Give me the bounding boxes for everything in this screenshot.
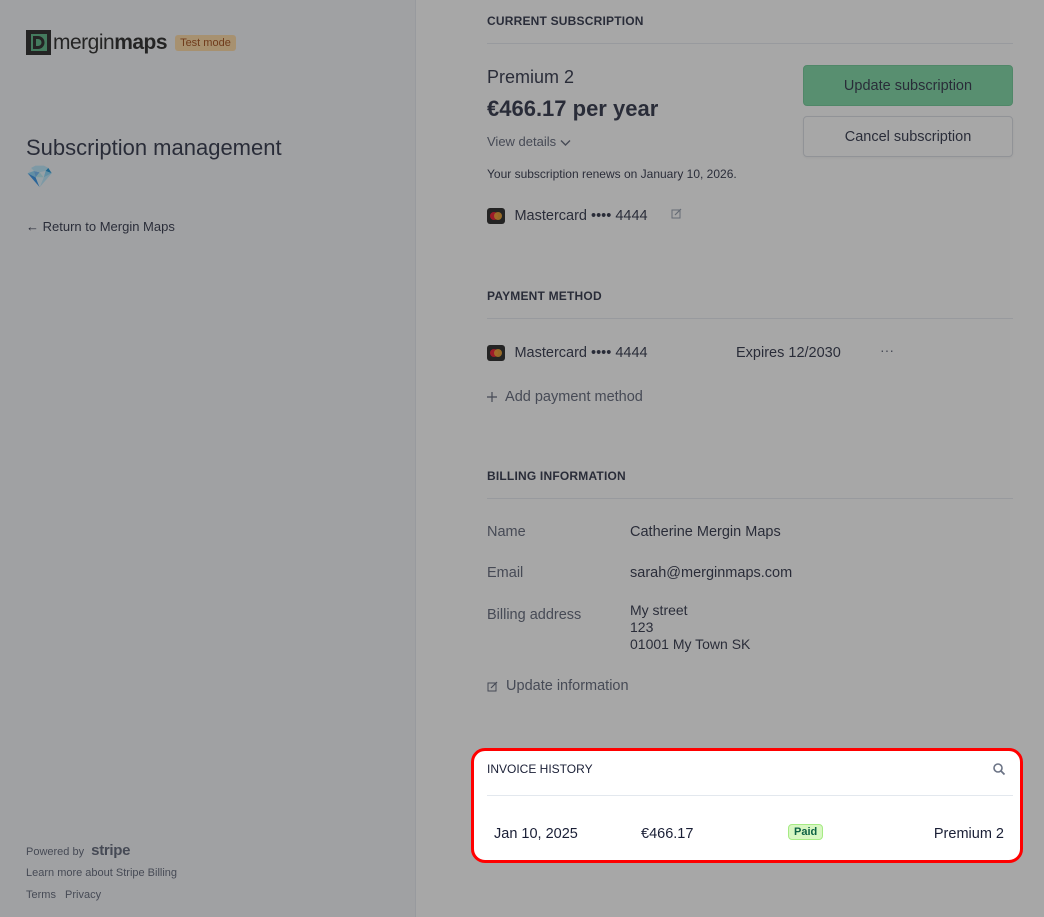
cancel-subscription-button[interactable]: Cancel subscription xyxy=(803,116,1013,157)
plus-icon xyxy=(487,389,501,405)
test-mode-badge: Test mode xyxy=(175,34,236,51)
footer: Powered by stripe Learn more about Strip… xyxy=(26,843,177,909)
chevron-down-icon xyxy=(560,134,571,149)
more-options-icon[interactable]: ··· xyxy=(880,342,894,358)
plan-price: €466.17 per year xyxy=(487,96,659,121)
stripe-logo[interactable]: stripe xyxy=(91,842,130,859)
page-title: Subscription management 💎 xyxy=(26,135,282,189)
view-details-link[interactable]: View details xyxy=(487,134,571,149)
card-number: Mastercard •••• 4444 xyxy=(514,345,648,361)
billing-information-heading: BILLING INFORMATION xyxy=(487,469,626,483)
invoice-row[interactable]: Jan 10, 2025 €466.17 Paid Premium 2 xyxy=(487,812,1013,852)
sidebar: merginmaps Test mode Subscription manage… xyxy=(0,0,416,917)
card-expiry: Expires 12/2030 xyxy=(736,345,841,361)
address-line: My street xyxy=(630,602,688,618)
subscription-card: Mastercard •••• 4444 xyxy=(487,207,648,225)
plan-name: Premium 2 xyxy=(487,67,575,87)
edit-icon xyxy=(487,678,502,694)
mastercard-icon xyxy=(487,344,505,361)
invoice-plan: Premium 2 xyxy=(933,826,1004,842)
mastercard-icon xyxy=(487,207,505,224)
name-value: Catherine Mergin Maps xyxy=(630,524,781,540)
update-subscription-button[interactable]: Update subscription xyxy=(803,65,1013,106)
invoice-date: Jan 10, 2025 xyxy=(494,826,578,842)
renewal-text: Your subscription renews on January 10, … xyxy=(487,167,737,181)
return-link[interactable]: ← Return to Mergin Maps xyxy=(26,219,175,234)
edit-icon[interactable] xyxy=(671,208,682,222)
divider xyxy=(487,498,1013,499)
terms-link[interactable]: Terms xyxy=(26,889,56,901)
powered-by-label: Powered by xyxy=(26,846,85,858)
status-badge: Paid xyxy=(788,824,824,840)
mergin-maps-logo[interactable]: merginmaps Test mode xyxy=(26,30,236,55)
email-label: Email xyxy=(487,565,524,581)
payment-method-heading: PAYMENT METHOD xyxy=(487,289,602,303)
update-information-button[interactable]: Update information xyxy=(487,678,629,694)
brand-name: merginmaps xyxy=(53,30,168,54)
current-subscription-heading: CURRENT SUBSCRIPTION xyxy=(487,14,644,28)
add-payment-method-button[interactable]: Add payment method xyxy=(487,389,643,405)
learn-more-link[interactable]: Learn more about Stripe Billing xyxy=(26,865,177,887)
billing-address-value: My street 123 01001 My Town SK xyxy=(630,602,750,653)
privacy-link[interactable]: Privacy xyxy=(65,889,101,901)
mergin-maps-logo-icon xyxy=(26,30,51,55)
address-line: 123 xyxy=(630,619,654,635)
divider xyxy=(487,43,1013,44)
invoice-amount: €466.17 xyxy=(641,826,694,842)
search-icon[interactable] xyxy=(992,762,1006,776)
billing-address-label: Billing address xyxy=(487,607,582,623)
divider xyxy=(487,318,1013,319)
address-line: 01001 My Town SK xyxy=(630,636,751,652)
payment-card: Mastercard •••• 4444 xyxy=(487,344,648,362)
email-value: sarah@merginmaps.com xyxy=(630,565,793,581)
card-number: Mastercard •••• 4444 xyxy=(514,208,648,224)
name-label: Name xyxy=(487,524,526,540)
